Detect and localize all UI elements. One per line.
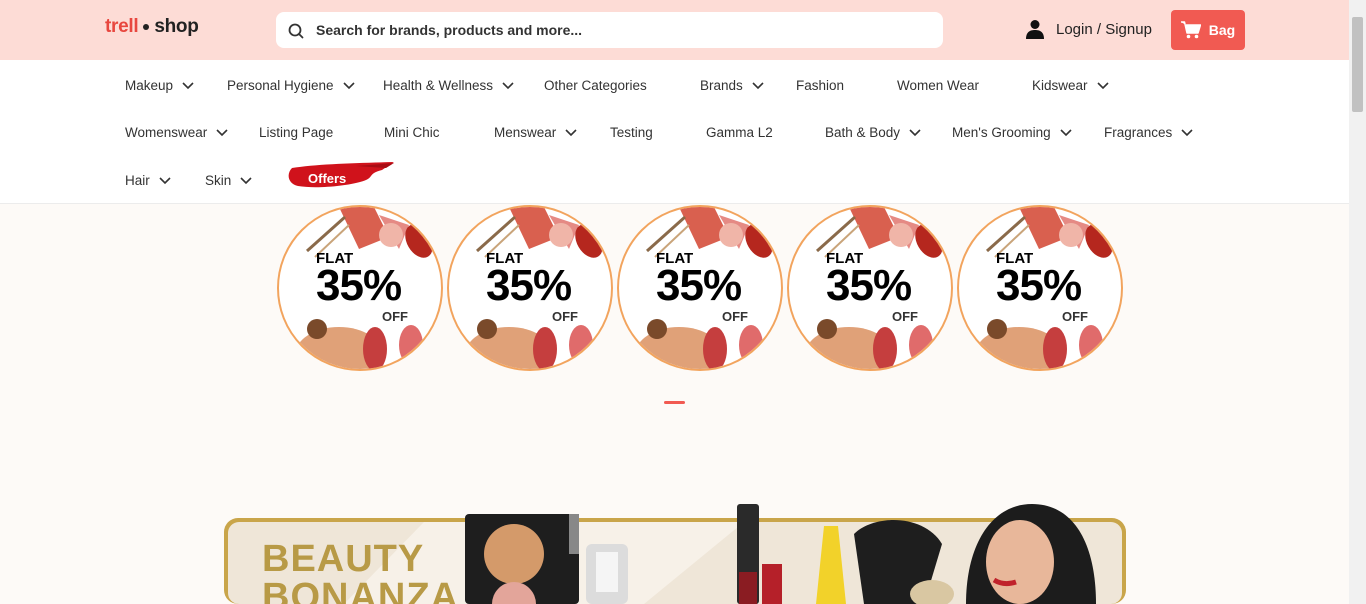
- logo-text-left: trell: [105, 16, 139, 37]
- nav-item-label: Mini Chic: [384, 125, 440, 140]
- chevron-down-icon: [1181, 128, 1193, 136]
- nav-item-label: Other Categories: [544, 78, 647, 93]
- promo-circle[interactable]: FLAT 35% OFF: [617, 205, 783, 371]
- promo-text: FLAT 35%: [826, 251, 912, 310]
- nav-item-testing[interactable]: Testing: [610, 125, 653, 140]
- nav-item-womenswear[interactable]: Womenswear: [125, 125, 228, 140]
- promo-text: FLAT 35%: [486, 251, 572, 310]
- promo-percent: 35%: [486, 261, 572, 310]
- promo-text: FLAT 35%: [316, 251, 402, 310]
- login-label: Login / Signup: [1056, 20, 1152, 38]
- nav-item-kidswear[interactable]: Kidswear: [1032, 78, 1109, 93]
- logo-text-right: shop: [154, 16, 199, 37]
- nav-item-gamma-l2[interactable]: Gamma L2: [706, 125, 773, 140]
- promo-text: FLAT 35%: [656, 251, 742, 310]
- nav-item-bath-body[interactable]: Bath & Body: [825, 125, 921, 140]
- nav-item-label: Skin: [205, 173, 232, 188]
- page-scrollbar[interactable]: [1349, 0, 1366, 604]
- chevron-down-icon: [1096, 81, 1109, 89]
- chevron-down-icon: [752, 81, 764, 89]
- beauty-bonanza-banner[interactable]: BEAUTY BONANZA: [224, 504, 1126, 604]
- chevron-down-icon: [216, 128, 228, 136]
- promo-circle[interactable]: FLAT 35% OFF: [447, 205, 613, 371]
- nav-item-label: Menswear: [494, 125, 557, 140]
- promo-text: FLAT 35%: [996, 251, 1082, 310]
- nav-item-label: Listing Page: [259, 125, 334, 140]
- bag-button[interactable]: Bag: [1171, 10, 1245, 50]
- nav-item-mens-grooming[interactable]: Men's Grooming: [952, 125, 1072, 140]
- nav-item-label: Testing: [610, 125, 653, 140]
- nav-item-brands[interactable]: Brands: [700, 78, 764, 93]
- nav-item-skin[interactable]: Skin: [205, 173, 252, 188]
- logo-dot: [143, 24, 150, 30]
- nav-item-fashion[interactable]: Fashion: [796, 78, 844, 93]
- offers-label: Offers: [308, 171, 347, 186]
- banner-title-line1: BEAUTY: [262, 538, 425, 580]
- banner-title-line2: BONANZA: [262, 576, 459, 604]
- chevron-down-icon: [502, 81, 514, 89]
- nav-item-mini-chic[interactable]: Mini Chic: [384, 125, 440, 140]
- chevron-down-icon: [565, 128, 577, 136]
- nav-item-label: Personal Hygiene: [227, 78, 334, 93]
- user-icon: [1026, 20, 1044, 39]
- nav-item-label: Womenswear: [125, 125, 208, 140]
- promo-circle[interactable]: FLAT 35% OFF: [787, 205, 953, 371]
- nav-item-label: Fragrances: [1104, 125, 1173, 140]
- promo-circle[interactable]: FLAT 35% OFF: [277, 205, 443, 371]
- nav-item-label: Bath & Body: [825, 125, 901, 140]
- carousel-indicator[interactable]: [664, 401, 685, 404]
- scrollbar-thumb[interactable]: [1352, 17, 1363, 112]
- promo-percent: 35%: [996, 261, 1082, 310]
- nav-item-women-wear[interactable]: Women Wear: [897, 78, 979, 93]
- promo-percent: 35%: [826, 261, 912, 310]
- top-header: trell shop Login / Signup Bag: [0, 0, 1349, 60]
- login-signup-button[interactable]: Login / Signup: [1025, 19, 1152, 39]
- nav-item-label: Women Wear: [897, 78, 980, 93]
- chevron-down-icon: [159, 176, 171, 184]
- cart-icon: [1180, 21, 1201, 39]
- banner-title: BEAUTY BONANZA: [262, 540, 459, 604]
- search-bar[interactable]: [276, 12, 943, 48]
- nav-item-label: Makeup: [125, 78, 174, 93]
- nav-item-label: Kidswear: [1032, 78, 1088, 93]
- promo-off-label: OFF: [552, 309, 578, 324]
- promo-off-label: OFF: [722, 309, 748, 324]
- nav-item-label: Gamma L2: [706, 125, 773, 140]
- nav-item-listing-page[interactable]: Listing Page: [259, 125, 333, 140]
- search-icon: [288, 23, 304, 39]
- chevron-down-icon: [182, 81, 194, 89]
- chevron-down-icon: [1060, 128, 1072, 136]
- offers-link[interactable]: Offers: [286, 162, 398, 190]
- nav-item-label: Brands: [700, 78, 743, 93]
- nav-item-health-wellness[interactable]: Health & Wellness: [383, 78, 514, 93]
- trell-shop-logo[interactable]: trell shop: [105, 16, 199, 38]
- nav-item-label: Men's Grooming: [952, 125, 1051, 140]
- chevron-down-icon: [343, 81, 355, 89]
- category-nav: Makeup Personal Hygiene Health & Wellnes…: [0, 60, 1349, 204]
- promo-percent: 35%: [316, 261, 402, 310]
- nav-item-label: Fashion: [796, 78, 845, 93]
- nav-item-label: Hair: [125, 173, 150, 188]
- nav-item-other-categories[interactable]: Other Categories: [544, 78, 647, 93]
- promo-off-label: OFF: [382, 309, 408, 324]
- bag-label: Bag: [1208, 22, 1236, 38]
- promo-off-label: OFF: [1062, 309, 1088, 324]
- nav-item-label: Health & Wellness: [383, 78, 494, 93]
- promo-off-label: OFF: [892, 309, 918, 324]
- nav-item-menswear[interactable]: Menswear: [494, 125, 577, 140]
- chevron-down-icon: [909, 128, 921, 136]
- promo-circle[interactable]: FLAT 35% OFF: [957, 205, 1123, 371]
- search-input[interactable]: [316, 12, 916, 48]
- chevron-down-icon: [240, 176, 252, 184]
- nav-item-personal-hygiene[interactable]: Personal Hygiene: [227, 78, 355, 93]
- nav-item-makeup[interactable]: Makeup: [125, 78, 194, 93]
- nav-item-fragrances[interactable]: Fragrances: [1104, 125, 1193, 140]
- nav-item-hair[interactable]: Hair: [125, 173, 171, 188]
- promo-percent: 35%: [656, 261, 742, 310]
